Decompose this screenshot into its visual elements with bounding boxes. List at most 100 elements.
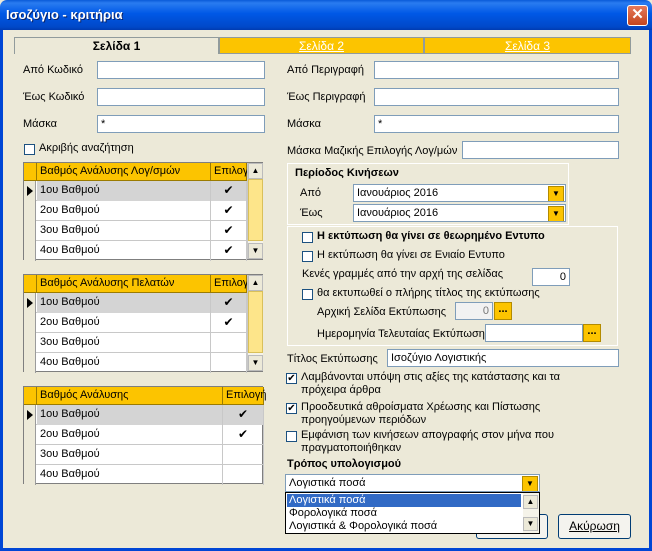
table-row[interactable]: 3ου Βαθμού ✔ (24, 221, 247, 241)
check-icon[interactable]: ✔ (211, 201, 247, 221)
list-item[interactable]: Φορολογικά ποσά (287, 507, 521, 520)
analysis-levels-grid[interactable]: Βαθμός Ανάλυσης Επιλογή 1ου Βαθμού ✔ 2ου… (23, 386, 266, 485)
scroll-up-icon[interactable]: ▲ (523, 495, 538, 509)
tab-page-2[interactable]: Σελίδα 2 (219, 37, 424, 54)
grid-scrollbar[interactable]: ▲ ▼ (247, 163, 263, 259)
date-picker-button[interactable]: ... (583, 324, 601, 342)
check-icon[interactable]: ✔ (211, 313, 247, 333)
start-page-browse-button[interactable]: ... (494, 302, 512, 320)
inventory-checkbox[interactable] (286, 431, 297, 442)
certified-form-checkbox[interactable] (302, 232, 313, 243)
scroll-thumb[interactable] (248, 291, 263, 353)
customer-levels-grid[interactable]: Βαθμός Ανάλυσης Πελατών Επιλογή 1ου Βαθμ… (23, 274, 263, 373)
table-row[interactable]: 3ου Βαθμού (24, 445, 264, 465)
grid-header-levels: Βαθμός Ανάλυσης (37, 387, 223, 405)
title-bar[interactable]: Ισοζύγιο - κριτήρια ✕ (0, 0, 652, 30)
period-to-label: Έως (300, 207, 323, 219)
table-row[interactable]: 2ου Βαθμού ✔ (24, 201, 247, 221)
bulk-mask-input[interactable] (462, 141, 619, 159)
cumulative-label: Προοδευτικά αθροίσματα Χρέωσης και Πίστω… (301, 401, 541, 426)
grid-scrollbar[interactable]: ▲ ▼ (247, 275, 263, 371)
print-title-label: Τίτλος Εκτύπωσης (287, 353, 378, 365)
check-icon[interactable]: ✔ (223, 425, 264, 445)
grid-header-levels: Βαθμός Ανάλυσης Λογ/σμών (37, 163, 211, 181)
single-form-label: Η εκτύπωση θα γίνει σε Ενιαίο Εντυπο (317, 249, 505, 261)
scroll-up-icon[interactable]: ▲ (248, 275, 263, 291)
full-title-checkbox[interactable] (302, 289, 313, 300)
close-button[interactable]: ✕ (627, 5, 648, 26)
scroll-down-icon[interactable]: ▼ (248, 243, 263, 259)
print-title-input[interactable]: Ισοζύγιο Λογιστικής (387, 349, 619, 367)
period-to-select[interactable]: Ιανουάριος 2016 ▼ (353, 204, 566, 222)
to-desc-label: Έως Περιγραφή (287, 91, 366, 103)
check-icon[interactable]: ✔ (211, 221, 247, 241)
from-desc-label: Από Περιγραφή (287, 64, 365, 76)
start-page-input[interactable]: 0 (455, 302, 493, 320)
grid-header-select: Επιλογή (211, 275, 254, 293)
table-row[interactable]: 4ου Βαθμού (24, 353, 247, 373)
include-drafts-label: Λαμβάνονται υπόψη στις αξίες της κατάστα… (301, 371, 561, 396)
grid-header-select: Επιλογή (223, 387, 266, 405)
desc-mask-input[interactable]: * (374, 115, 619, 133)
cumulative-checkbox[interactable]: ✔ (286, 403, 297, 414)
period-from-select[interactable]: Ιανουάριος 2016 ▼ (353, 184, 566, 202)
row-pointer-icon (27, 410, 33, 420)
to-desc-input[interactable] (374, 88, 619, 106)
table-row[interactable]: 1ου Βαθμού ✔ (24, 293, 247, 313)
account-levels-grid[interactable]: Βαθμός Ανάλυσης Λογ/σμών Επιλογή 1ου Βαθ… (23, 162, 263, 261)
scroll-up-icon[interactable]: ▲ (248, 163, 263, 179)
grid-corner (24, 387, 37, 405)
check-cell[interactable] (223, 465, 264, 485)
include-drafts-checkbox[interactable]: ✔ (286, 373, 297, 384)
from-code-input[interactable] (97, 61, 265, 79)
to-code-input[interactable] (97, 88, 265, 106)
tab-page-3[interactable]: Σελίδα 3 (424, 37, 631, 54)
calc-method-dropdown[interactable]: Λογιστικά ποσά Φορολογικά ποσά Λογιστικά… (285, 492, 540, 534)
table-row[interactable]: 4ου Βαθμού (24, 465, 264, 485)
table-row[interactable]: 3ου Βαθμού (24, 333, 247, 353)
scroll-down-icon[interactable]: ▼ (523, 517, 538, 531)
table-row[interactable]: 2ου Βαθμού ✔ (24, 313, 247, 333)
mask-input[interactable]: * (97, 115, 265, 133)
chevron-down-icon[interactable]: ▼ (548, 186, 564, 201)
check-cell[interactable] (211, 333, 247, 353)
list-item[interactable]: Λογιστικά ποσά (287, 494, 521, 507)
chevron-down-icon[interactable]: ▼ (548, 206, 564, 221)
check-icon[interactable]: ✔ (211, 241, 247, 261)
row-pointer-icon (27, 186, 33, 196)
active-tab-join (15, 52, 218, 54)
exact-search-checkbox[interactable] (24, 144, 35, 155)
certified-form-label: Η εκτύπωση θα γίνει σε θεωρημένο Εντυπο (317, 230, 545, 242)
list-item[interactable]: Λογιστικά & Φορολογικά ποσά (287, 520, 521, 533)
period-from-label: Από (300, 187, 322, 199)
dropdown-scrollbar[interactable]: ▲ ▼ (523, 493, 539, 533)
table-row[interactable]: 2ου Βαθμού ✔ (24, 425, 264, 445)
close-icon: ✕ (631, 6, 644, 23)
blank-lines-input[interactable]: 0 (532, 268, 570, 286)
chevron-down-icon[interactable]: ▼ (522, 476, 538, 491)
bulk-mask-label: Μάσκα Μαζικής Επιλογής Λογ/μών (287, 145, 458, 157)
grid-header-levels: Βαθμός Ανάλυσης Πελατών (37, 275, 211, 293)
cancel-button[interactable]: Ακύρωση (558, 514, 631, 539)
window-title: Ισοζύγιο - κριτήρια (6, 7, 123, 22)
full-title-label: θα εκτυπωθεί ο πλήρης τίτλος της εκτύπωσ… (317, 287, 540, 299)
check-icon[interactable]: ✔ (223, 405, 264, 425)
from-desc-input[interactable] (374, 61, 619, 79)
check-cell[interactable] (211, 353, 247, 373)
single-form-checkbox[interactable] (302, 251, 313, 262)
table-row[interactable]: 1ου Βαθμού ✔ (24, 405, 264, 425)
period-title: Περίοδος Κινήσεων (295, 167, 399, 179)
from-code-label: Από Κωδικό (23, 64, 83, 76)
table-row[interactable]: 4ου Βαθμού ✔ (24, 241, 247, 261)
check-cell[interactable] (223, 445, 264, 465)
scroll-down-icon[interactable]: ▼ (248, 355, 263, 371)
table-row[interactable]: 1ου Βαθμού ✔ (24, 181, 247, 201)
calc-method-select[interactable]: Λογιστικά ποσά ▼ (285, 474, 540, 492)
scroll-thumb[interactable] (248, 179, 263, 241)
to-code-label: Έως Κωδικό (23, 91, 85, 103)
inventory-label: Εμφάνιση των κινήσεων απογραφής στον μήν… (301, 429, 555, 454)
grid-corner (24, 275, 37, 293)
check-icon[interactable]: ✔ (211, 293, 247, 313)
last-print-date-input[interactable] (485, 324, 583, 342)
check-icon[interactable]: ✔ (211, 181, 247, 201)
